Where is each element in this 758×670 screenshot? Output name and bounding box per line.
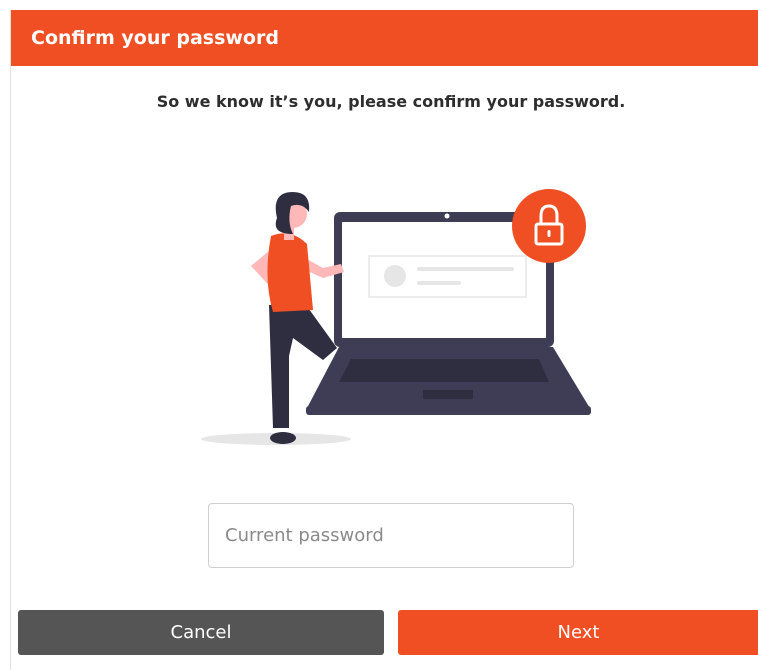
cancel-button[interactable]: Cancel	[18, 610, 384, 655]
next-button[interactable]: Next	[398, 610, 758, 655]
confirm-password-dialog: Confirm your password So we know it’s yo…	[10, 10, 758, 670]
woman-leaning-on-laptop-illustration	[201, 189, 591, 445]
dialog-subtitle: So we know it’s you, please confirm your…	[156, 92, 626, 111]
dialog-title: Confirm your password	[31, 27, 279, 49]
current-password-input[interactable]	[208, 503, 574, 568]
dialog-header: Confirm your password	[11, 10, 758, 66]
